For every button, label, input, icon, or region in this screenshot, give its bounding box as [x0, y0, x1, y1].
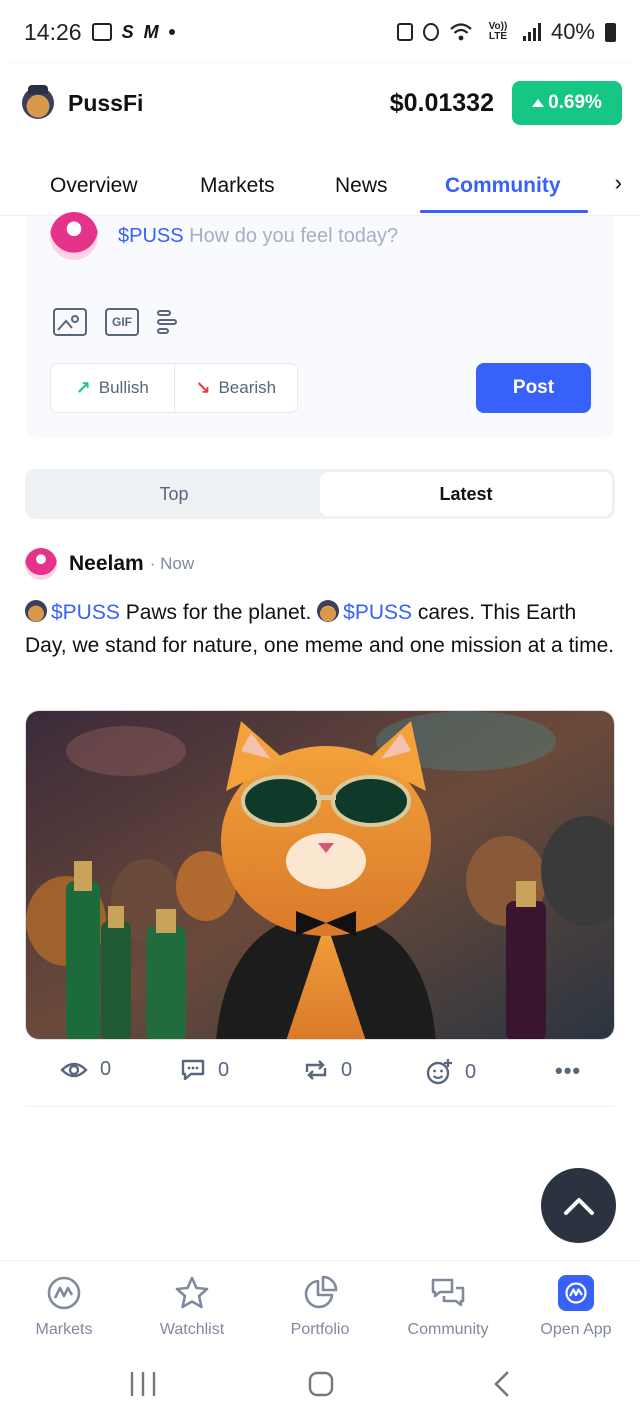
more-notifications-dot-icon — [168, 29, 175, 35]
coinmarketcap-logo-icon — [47, 1276, 81, 1310]
price-change-badge: 0.69% — [512, 81, 622, 125]
post-header: Neelam · Now — [25, 548, 194, 580]
post-divider — [25, 1106, 615, 1107]
pussfi-logo-icon — [22, 85, 54, 119]
battery-saver-icon — [396, 23, 413, 41]
bullish-label: Bullish — [98, 378, 149, 397]
comment-icon — [181, 1059, 205, 1081]
composer-ticker: $PUSS — [118, 225, 184, 247]
recent-apps-icon[interactable] — [128, 1370, 158, 1398]
latest-tab[interactable]: Latest — [320, 472, 612, 516]
tab-community[interactable]: Community — [445, 174, 561, 198]
trend-down-icon: ↘ — [195, 377, 211, 398]
author-avatar[interactable] — [25, 548, 57, 580]
app-logo-icon — [558, 1275, 594, 1311]
post-ticker-link[interactable]: $PUSS — [51, 601, 120, 624]
coin-name: PussFi — [68, 89, 144, 116]
scroll-to-top-button[interactable] — [541, 1168, 616, 1243]
reposts-count: 0 — [341, 1058, 353, 1081]
sentiment-selector: ↗ Bullish ↘ Bearish — [50, 363, 298, 413]
notification-s-icon: S — [121, 22, 134, 42]
tab-overview[interactable]: Overview — [50, 174, 138, 198]
user-avatar — [50, 212, 98, 260]
post-text-part-1: Paws for the planet. — [119, 601, 318, 624]
nav-watchlist[interactable]: Watchlist — [128, 1275, 256, 1339]
chevron-right-icon[interactable]: › — [615, 170, 622, 196]
cat-emoji-icon — [25, 600, 47, 622]
star-icon — [175, 1276, 209, 1309]
top-tab[interactable]: Top — [28, 472, 320, 516]
nav-open-app[interactable]: Open App — [512, 1275, 640, 1339]
pie-chart-icon — [304, 1275, 338, 1309]
image-upload-icon[interactable] — [53, 308, 87, 336]
media-toolbar: GIF — [53, 308, 177, 336]
post-actions: 0 0 0 0 ••• — [25, 1052, 615, 1092]
bearish-button[interactable]: ↘ Bearish — [173, 364, 298, 412]
comment-button[interactable]: 0 — [180, 1058, 229, 1082]
home-icon[interactable] — [307, 1370, 335, 1398]
system-navigation-bar — [0, 1348, 640, 1422]
tab-bar: Overview Markets News Community › — [0, 142, 640, 216]
reactions-count: 0 — [465, 1060, 477, 1083]
post-ticker-link[interactable]: $PUSS — [343, 601, 412, 624]
poll-icon[interactable] — [157, 308, 177, 336]
add-reaction-icon — [426, 1059, 452, 1085]
feed-sort-toggle: Top Latest — [25, 469, 615, 519]
repost-button[interactable]: 0 — [303, 1058, 352, 1082]
eye-icon — [60, 1062, 88, 1077]
bottom-nav: Markets Watchlist Portfolio Community Op… — [0, 1260, 640, 1348]
nav-community[interactable]: Community — [384, 1275, 512, 1339]
signal-icon — [522, 23, 541, 41]
tab-news[interactable]: News — [335, 174, 388, 198]
post-composer: $PUSS How do you feel today? GIF ↗ Bulli… — [25, 212, 615, 438]
price-change-value: 0.69% — [548, 92, 602, 113]
bearish-label: Bearish — [218, 378, 277, 397]
nav-markets-label: Markets — [35, 1321, 93, 1338]
post-text: $PUSS Paws for the planet. $PUSS cares. … — [25, 596, 615, 662]
views-stat: 0 — [60, 1058, 111, 1081]
nav-open-app-label: Open App — [540, 1321, 612, 1338]
react-button[interactable]: 0 — [425, 1058, 476, 1086]
status-time: 14:26 — [24, 18, 82, 45]
cat-party-illustration — [26, 711, 614, 1039]
nav-portfolio[interactable]: Portfolio — [256, 1275, 384, 1339]
repost-icon — [305, 1060, 327, 1080]
volte-label: Vo)) LTE — [488, 21, 508, 42]
post-image[interactable] — [25, 710, 615, 1040]
coin-price: $0.01332 — [389, 88, 494, 117]
nav-markets[interactable]: Markets — [0, 1275, 128, 1339]
status-bar: 14:26 S M Vo)) LTE 40% — [0, 0, 640, 64]
alarm-icon — [422, 23, 439, 41]
notification-m-icon: M — [143, 22, 159, 42]
comments-count: 0 — [218, 1058, 230, 1081]
wifi-icon — [450, 23, 472, 41]
trend-up-icon: ↗ — [75, 377, 91, 398]
chat-bubbles-icon — [431, 1278, 465, 1307]
gif-icon[interactable]: GIF — [105, 308, 139, 336]
battery-icon — [605, 22, 616, 42]
battery-percent: 40% — [550, 19, 595, 44]
nav-watchlist-label: Watchlist — [159, 1321, 225, 1338]
active-tab-indicator — [420, 210, 588, 213]
post-time: · Now — [149, 554, 195, 573]
nav-community-label: Community — [407, 1321, 489, 1338]
post-author[interactable]: Neelam — [69, 552, 144, 576]
gallery-icon — [91, 23, 112, 41]
composer-placeholder: How do you feel today? — [189, 225, 399, 247]
cat-emoji-icon — [317, 600, 340, 622]
tab-markets[interactable]: Markets — [200, 174, 275, 198]
composer-input[interactable]: $PUSS How do you feel today? — [118, 225, 398, 248]
chevron-up-icon — [563, 1197, 594, 1215]
bullish-button[interactable]: ↗ Bullish — [51, 364, 174, 412]
more-options-icon[interactable]: ••• — [555, 1058, 581, 1084]
views-count: 0 — [100, 1058, 112, 1080]
triangle-up-icon — [532, 99, 545, 107]
post-button[interactable]: Post — [476, 363, 591, 413]
back-icon[interactable] — [490, 1370, 514, 1398]
nav-portfolio-label: Portfolio — [290, 1321, 350, 1338]
image-icon — [57, 315, 79, 331]
coin-header: PussFi $0.01332 0.69% — [0, 64, 640, 142]
